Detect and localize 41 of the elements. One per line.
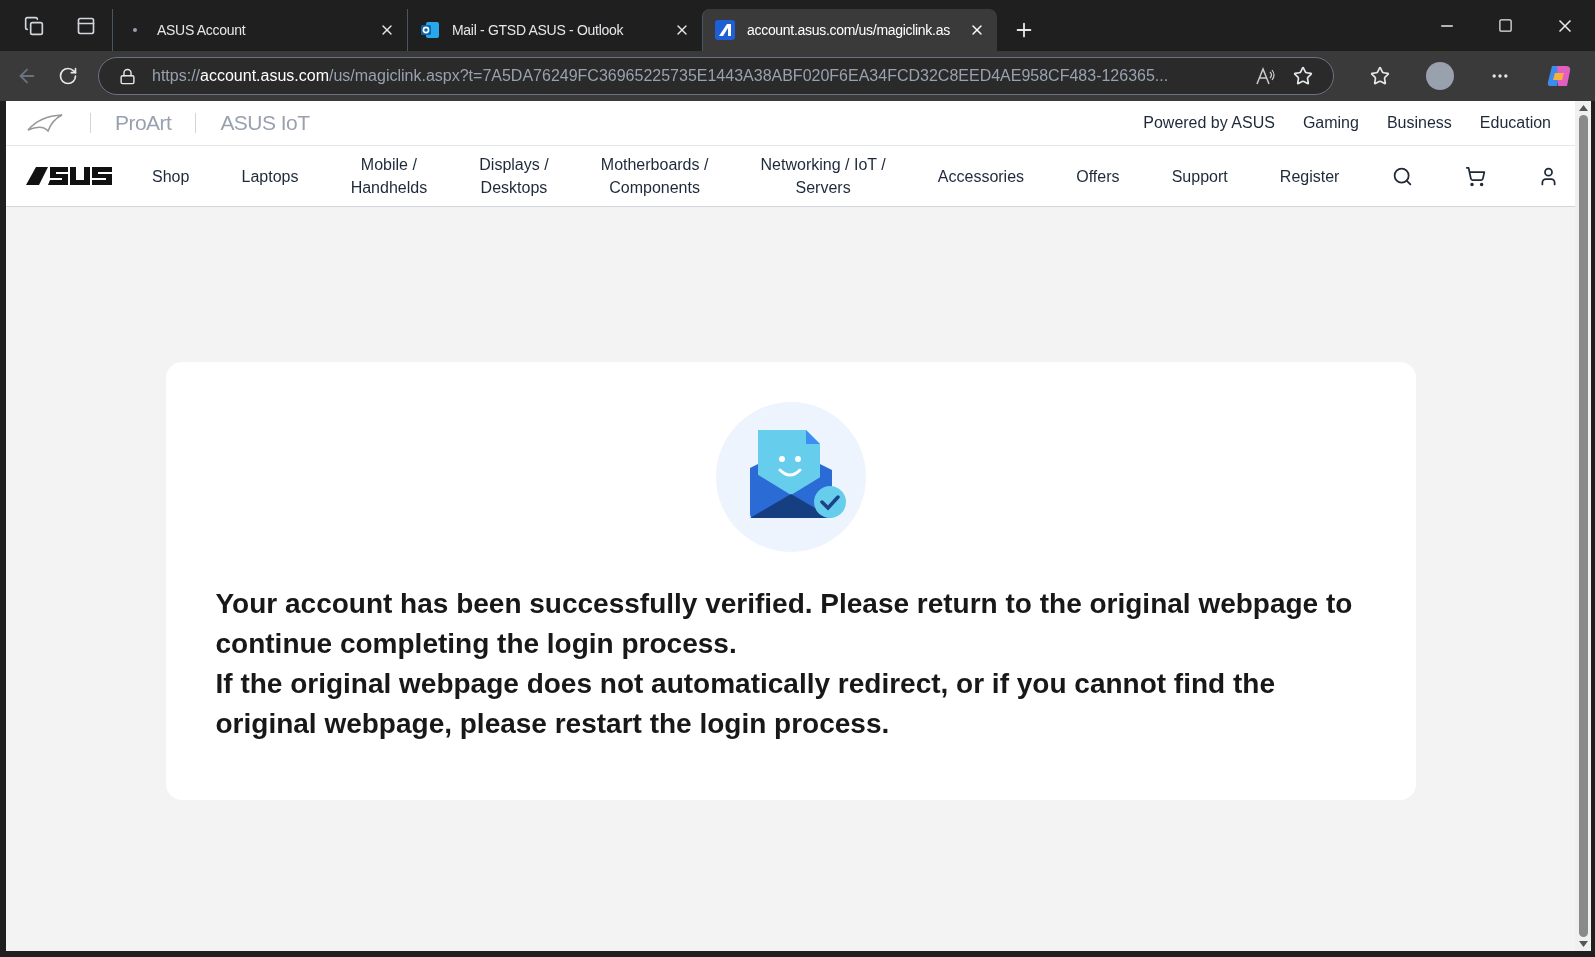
verified-mail-icon — [715, 402, 866, 552]
nav-link[interactable]: Networking / IoT / Servers — [760, 153, 886, 199]
maximize-icon[interactable] — [1498, 18, 1513, 33]
address-bar[interactable]: https://account.asus.com/us/magiclink.aspx?t=7A5DA76249FC36965225735E1443A38ABF020F6EA34FCD32C8EED4AE958CF483-126365... — [98, 57, 1334, 95]
tab-actions-icon[interactable] — [24, 15, 44, 36]
read-aloud-icon[interactable] — [1255, 67, 1277, 85]
copilot-icon[interactable] — [1546, 63, 1572, 89]
message-text: If the original webpage does not automatically redirect, or if you cannot find the original webpage, please restart the login process. — [215, 667, 1276, 741]
favorite-star-icon[interactable] — [1293, 66, 1313, 86]
nav-link[interactable]: Support — [1171, 164, 1228, 188]
url-text: https://account.asus.com/us/magiclink.aspx?t=7A5DA76249FC36965225735E1443A38ABF020F6EA34FCD32C8EED4AE958CF483-126365... — [152, 66, 1170, 86]
asus-logo[interactable] — [26, 165, 112, 187]
top-link[interactable]: Business — [1386, 111, 1452, 135]
nav-link[interactable]: Shop — [152, 164, 190, 188]
nav-link[interactable]: Mobile / Handhelds — [350, 153, 428, 199]
tab-title: account.asus.com/us/magiclink.as — [747, 20, 951, 40]
profile-avatar[interactable] — [1426, 62, 1454, 90]
top-link[interactable]: Powered by ASUS — [1143, 111, 1275, 135]
nav-link[interactable]: Laptops — [241, 164, 299, 188]
cart-icon[interactable] — [1464, 165, 1486, 187]
lock-icon — [119, 67, 136, 85]
favorites-icon[interactable] — [1370, 66, 1390, 86]
nav-link[interactable]: Offers — [1076, 164, 1120, 188]
scrollbar[interactable] — [1575, 101, 1591, 951]
nav-link[interactable]: Register — [1279, 164, 1340, 188]
nav-link[interactable]: Displays / Desktops — [479, 153, 549, 199]
refresh-icon[interactable] — [58, 66, 78, 86]
search-icon[interactable] — [1391, 165, 1413, 187]
vertical-tabs-icon[interactable] — [76, 15, 96, 36]
tab-title: ASUS Account — [157, 20, 247, 40]
scroll-up-icon[interactable] — [1578, 105, 1588, 111]
tab-title: Mail - GTSD ASUS - Outlook — [452, 20, 625, 40]
top-link[interactable]: Gaming — [1302, 111, 1359, 135]
mail-app-icon — [420, 21, 440, 39]
message-text: Your account has been successfully verified. Please return to the original webpage to continue completing the login process. — [215, 587, 1354, 661]
scroll-down-icon[interactable] — [1578, 941, 1588, 947]
logo-icon — [715, 20, 735, 40]
nav-link[interactable]: Motherboards / Components — [600, 153, 709, 199]
top-link[interactable]: Education — [1479, 111, 1551, 135]
browser-tab[interactable]: account.asus.com/us/magiclink.as — [702, 9, 997, 51]
nav-link[interactable]: Accessories — [937, 164, 1025, 188]
